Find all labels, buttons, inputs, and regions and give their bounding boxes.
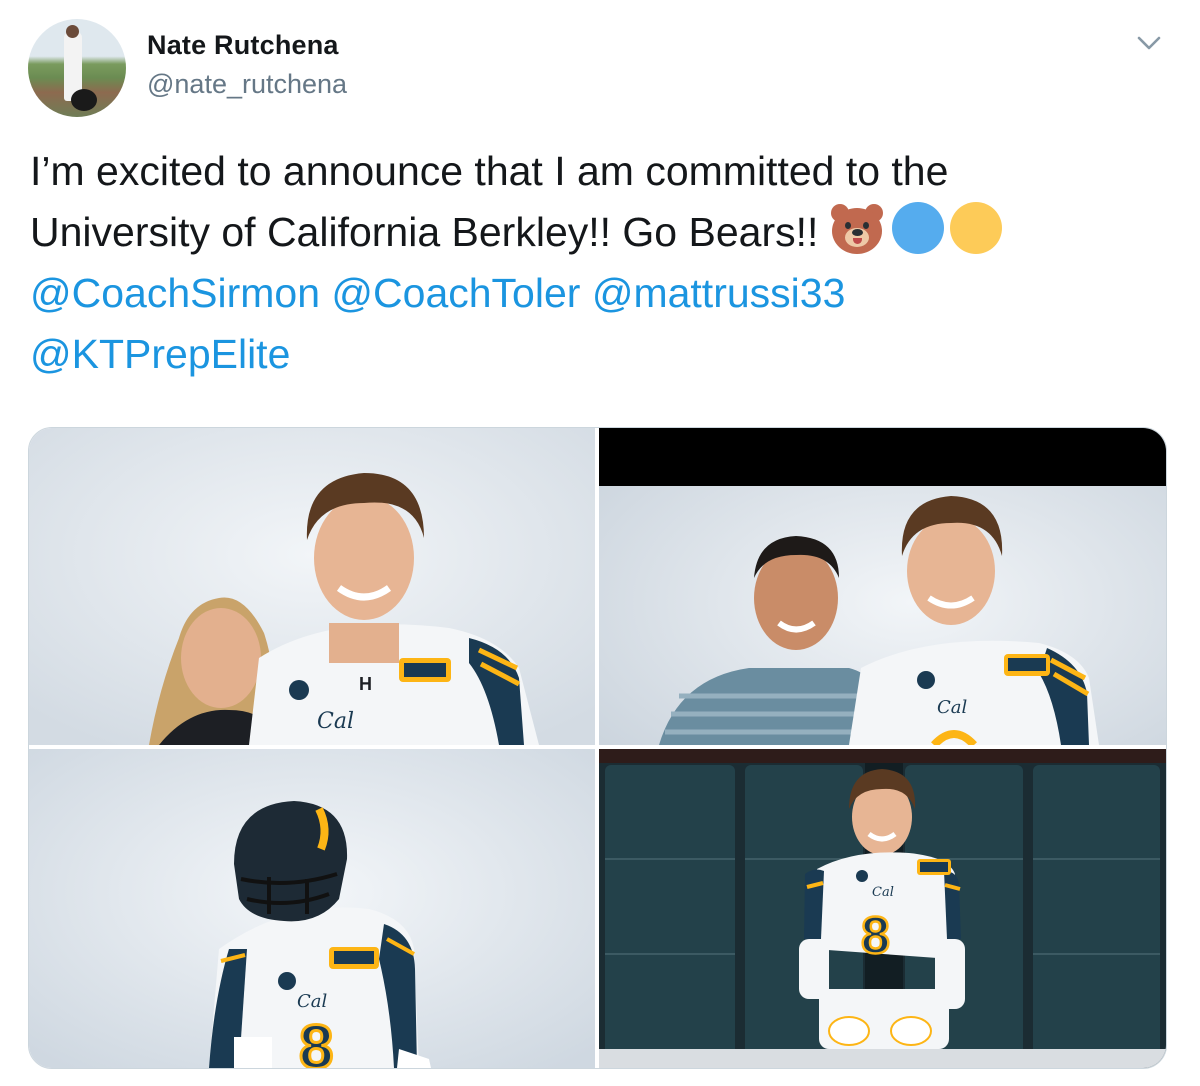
avatar-helmet bbox=[71, 89, 97, 111]
tweet-line-2: University of California Berkley!! Go Be… bbox=[30, 202, 1170, 263]
yellow-circle-icon bbox=[950, 202, 1003, 254]
photo-2-cal-text: Cal bbox=[937, 697, 968, 718]
photo-3-jersey-number: 8 bbox=[299, 1013, 333, 1068]
photo-3-cal-text: Cal bbox=[297, 991, 328, 1012]
tweet-line-3: @CoachSirmon @CoachToler @mattrussi33 bbox=[30, 263, 1170, 324]
tweet-text: I’m excited to announce that I am commit… bbox=[30, 141, 1170, 385]
photo-3[interactable]: Cal 8 bbox=[29, 749, 595, 1068]
chevron-down-icon[interactable] bbox=[1136, 32, 1162, 54]
mention-ktprepelite[interactable]: @KTPrepElite bbox=[30, 331, 290, 377]
tweet-line-2-text: University of California Berkley!! Go Be… bbox=[30, 209, 819, 255]
photo-4-jersey-number: 8 bbox=[861, 907, 890, 965]
photo-2[interactable]: Cal bbox=[599, 428, 1166, 745]
media-grid: Cal H Cal Cal 8 Cal 8 bbox=[28, 427, 1167, 1069]
blue-circle-icon bbox=[892, 202, 945, 254]
avatar-head bbox=[66, 25, 79, 38]
tweet-line-4: @KTPrepElite bbox=[30, 324, 1170, 385]
user-handle[interactable]: @nate_rutchena bbox=[147, 69, 347, 100]
mention-mattrussi33[interactable]: @mattrussi33 bbox=[592, 270, 846, 316]
display-name[interactable]: Nate Rutchena bbox=[147, 30, 339, 61]
mention-coachsirmon[interactable]: @CoachSirmon bbox=[30, 270, 320, 316]
bear-face-icon bbox=[828, 202, 886, 256]
tweet-card: Nate Rutchena @nate_rutchena I’m excited… bbox=[0, 0, 1200, 1086]
photo-4[interactable]: Cal 8 bbox=[599, 749, 1166, 1068]
avatar[interactable] bbox=[28, 19, 126, 117]
photo-1-brand-mark: H bbox=[359, 674, 372, 694]
photo-1-cal-text: Cal bbox=[317, 709, 354, 734]
mention-coachtoler[interactable]: @CoachToler bbox=[331, 270, 580, 316]
tweet-line-1: I’m excited to announce that I am commit… bbox=[30, 148, 949, 194]
photo-1[interactable]: Cal H bbox=[29, 428, 595, 745]
photo-4-cal-text: Cal bbox=[872, 885, 894, 900]
